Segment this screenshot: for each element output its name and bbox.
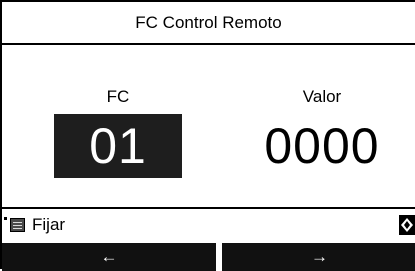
fc-value-field[interactable]: 01 <box>54 114 182 178</box>
valor-label: Valor <box>302 87 342 106</box>
remote-control-screen: FC Control Remoto FC Valor 01 0000 Fijar… <box>0 0 415 271</box>
scroll-updown-icon <box>399 215 415 235</box>
right-arrow-icon: → <box>311 247 328 266</box>
valor-value-field[interactable]: 0000 <box>258 114 386 178</box>
fc-label: FC <box>106 87 130 106</box>
status-bar: Fijar <box>2 209 415 241</box>
header-title: FC Control Remoto <box>2 2 415 45</box>
left-arrow-button[interactable]: ← <box>2 243 216 271</box>
right-arrow-button[interactable]: → <box>222 243 415 271</box>
fijar-label: Fijar <box>32 215 66 234</box>
left-arrow-icon: ← <box>100 247 118 266</box>
menu-list-icon <box>4 216 28 234</box>
navigation-row: ← → <box>2 243 415 271</box>
